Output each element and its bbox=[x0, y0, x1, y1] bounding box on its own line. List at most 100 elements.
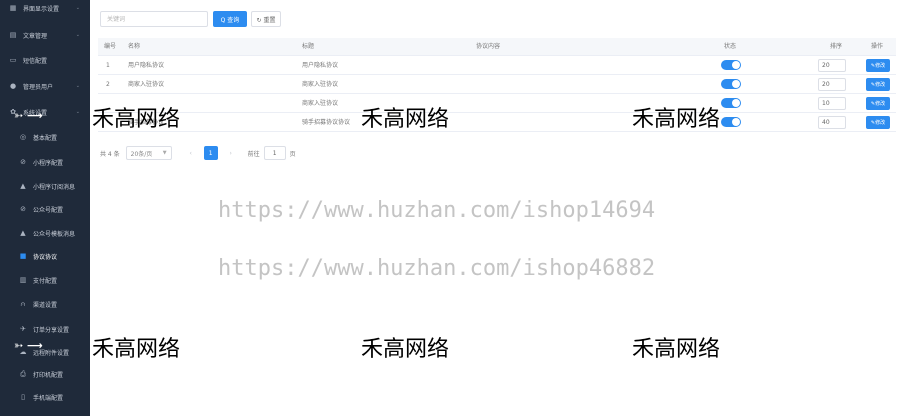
total-count: 共 4 条 bbox=[100, 150, 120, 158]
table-body: 1用户隐私协议用户隐私协议✎修改2商家入驻协议商家入驻协议✎修改商家入驻协议✎修… bbox=[98, 56, 896, 132]
page-number-current[interactable]: 1 bbox=[203, 146, 218, 160]
sidebar-item[interactable]: ✈ 订单分享设置 bbox=[0, 320, 90, 338]
document-icon: ▤ bbox=[9, 31, 17, 39]
bell-icon: ▲ bbox=[20, 229, 26, 237]
sidebar-item[interactable]: ● 管理员用户 ⌄ bbox=[0, 77, 90, 95]
sidebar-item[interactable]: ⊘ 小程序配置 bbox=[0, 153, 90, 171]
sidebar-item[interactable]: ▦ 界面显示设置 ⌄ bbox=[0, 0, 90, 17]
cell-title: 商家入驻协议 bbox=[302, 100, 339, 107]
sidebar-item-label: 管理员用户 bbox=[23, 83, 54, 91]
sidebar-item[interactable]: ◎ 基本配置 bbox=[0, 128, 90, 146]
table-row: 商家入驻协议 ✎修改 bbox=[98, 94, 896, 113]
bank-icon: ▥ bbox=[19, 276, 27, 284]
cell-id: 1 bbox=[106, 62, 110, 69]
sidebar-item[interactable]: ⩀ 渠道设置 bbox=[0, 295, 90, 313]
sidebar-item-label: 支付配置 bbox=[33, 277, 58, 285]
sidebar-item-label: 小程序配置 bbox=[33, 159, 64, 167]
page-size-value: 20条/页 bbox=[130, 150, 153, 158]
layout-icon: ▦ bbox=[9, 4, 17, 12]
status-toggle[interactable] bbox=[721, 117, 741, 127]
sort-input[interactable] bbox=[818, 116, 846, 129]
watermark-brand: 禾高网络 bbox=[361, 337, 450, 362]
goto-page-input[interactable] bbox=[263, 146, 286, 160]
status-toggle[interactable] bbox=[721, 98, 741, 108]
column-header-action: 操作 bbox=[871, 43, 884, 50]
sidebar-item[interactable]: ▤ 文章管理 ⌄ bbox=[0, 26, 90, 44]
cell-name: 商家入驻协议 bbox=[128, 81, 165, 88]
sidebar-item-label: 文章管理 bbox=[23, 32, 48, 40]
search-toolbar: Q 查询 ↻ 重置 bbox=[100, 11, 281, 27]
cell-name: 用户隐私协议 bbox=[128, 62, 165, 69]
goto-label: 前往 bbox=[247, 150, 260, 158]
agreement-table: 编号 名称 标题 协议内容 状态 排序 操作 1用户隐私协议用户隐私协议✎修改2… bbox=[98, 38, 896, 132]
reset-button[interactable]: ↻ 重置 bbox=[251, 11, 281, 27]
sidebar-item[interactable]: ■ 协议协议 bbox=[0, 247, 90, 265]
watermark-brand: 禾高网络 bbox=[92, 337, 181, 362]
printer-icon: ⎙ bbox=[20, 369, 26, 378]
sidebar-item-label: 手机端配置 bbox=[33, 394, 64, 402]
page-size-select[interactable]: 20条/页 ▼ bbox=[125, 146, 172, 160]
watermark-brand: 禾高网络 bbox=[361, 107, 450, 132]
link-icon: ⊘ bbox=[20, 158, 26, 166]
edit-button[interactable]: ✎修改 bbox=[866, 116, 890, 129]
watermark-url: https://www.huzhan.com/ishop46882 bbox=[218, 256, 656, 281]
sidebar-item[interactable]: ⎙ 打印机配置 bbox=[0, 365, 90, 383]
sidebar-item[interactable]: ▥ 支付配置 bbox=[0, 271, 90, 289]
sort-input[interactable] bbox=[818, 78, 846, 91]
table-row: 2 商家入驻协议 商家入驻协议 ✎修改 bbox=[98, 75, 896, 94]
goto-unit: 页 bbox=[289, 150, 296, 158]
sort-input[interactable] bbox=[818, 97, 846, 110]
next-page-button[interactable]: › bbox=[224, 146, 238, 160]
watermark-arrow-icon: ➳ ⟶ bbox=[14, 109, 43, 122]
edit-button[interactable]: ✎修改 bbox=[866, 59, 890, 72]
table-header: 编号 名称 标题 协议内容 状态 排序 操作 bbox=[98, 38, 896, 56]
edit-button[interactable]: ✎修改 bbox=[866, 78, 890, 91]
sidebar-item-label: 基本配置 bbox=[33, 134, 58, 142]
pagination: 共 4 条 20条/页 ▼ ‹ 1 › 前往 页 bbox=[100, 146, 296, 160]
sidebar-item-label: 界面显示设置 bbox=[23, 5, 60, 13]
watermark-brand: 禾高网络 bbox=[92, 107, 181, 132]
chevron-down-icon: ⌄ bbox=[75, 83, 80, 89]
cell-title: 商家入驻协议 bbox=[302, 81, 339, 88]
sidebar-item[interactable]: ▲ 小程序订阅消息 bbox=[0, 177, 90, 195]
column-header-title: 标题 bbox=[302, 43, 315, 50]
sidebar-item[interactable]: ▲ 公众号模板消息 bbox=[0, 224, 90, 242]
column-header-id: 编号 bbox=[104, 43, 117, 50]
table-row: 1 用户隐私协议 用户隐私协议 ✎修改 bbox=[98, 56, 896, 75]
column-header-name: 名称 bbox=[128, 43, 141, 50]
column-header-content: 协议内容 bbox=[476, 43, 501, 50]
watermark-brand: 禾高网络 bbox=[632, 337, 721, 362]
chevron-down-icon: ⌄ bbox=[75, 5, 80, 11]
link-icon: ⊘ bbox=[20, 205, 26, 213]
cell-id: 2 bbox=[106, 81, 110, 88]
bell-icon: ▲ bbox=[20, 182, 26, 190]
sidebar-item-label: 渠道设置 bbox=[33, 301, 58, 309]
search-input[interactable] bbox=[100, 11, 208, 27]
column-header-sort: 排序 bbox=[830, 43, 843, 50]
chevron-down-icon: ⌄ bbox=[75, 109, 80, 115]
user-icon: ● bbox=[9, 82, 17, 90]
watermark-brand: 禾高网络 bbox=[632, 107, 721, 132]
sidebar-item-label: 协议协议 bbox=[33, 253, 58, 261]
search-button[interactable]: Q 查询 bbox=[213, 11, 247, 27]
column-header-status: 状态 bbox=[724, 43, 737, 50]
chart-icon: ⩀ bbox=[20, 299, 26, 308]
status-toggle[interactable] bbox=[721, 79, 741, 89]
table-row: 骑手招募协议骑手招募协议协议✎修改 bbox=[98, 113, 896, 132]
sort-input[interactable] bbox=[818, 59, 846, 72]
edit-button[interactable]: ✎修改 bbox=[866, 97, 890, 110]
sidebar-item-label: 公众号模板消息 bbox=[33, 230, 76, 238]
watermark-url: https://www.huzhan.com/ishop14694 bbox=[218, 198, 656, 223]
sidebar-item-label: 公众号配置 bbox=[33, 206, 64, 214]
sidebar-item-label: 小程序订阅消息 bbox=[33, 183, 76, 191]
message-icon: ▭ bbox=[9, 56, 17, 64]
sidebar-item[interactable]: ▭ 短信配置 bbox=[0, 51, 90, 69]
prev-page-button[interactable]: ‹ bbox=[184, 146, 198, 160]
sidebar-item[interactable]: ⊘ 公众号配置 bbox=[0, 200, 90, 218]
settings-icon: ◎ bbox=[19, 133, 27, 141]
status-toggle[interactable] bbox=[721, 60, 741, 70]
mobile-icon: ▯ bbox=[21, 393, 25, 401]
sidebar-item[interactable]: ▯ 手机端配置 bbox=[0, 388, 90, 406]
rocket-icon: ✈ bbox=[20, 325, 26, 333]
agreement-icon: ■ bbox=[19, 252, 27, 260]
